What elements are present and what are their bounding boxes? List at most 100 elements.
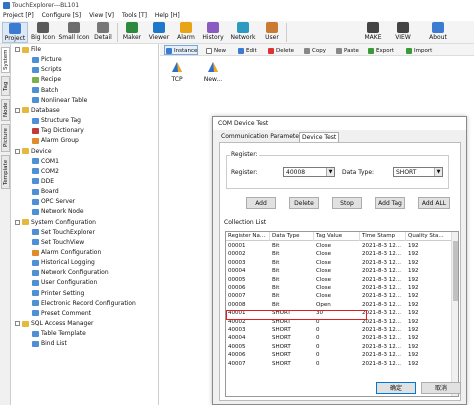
- table-row[interactable]: 40004 SHORT 0 2021-8-3 12... 192: [226, 334, 452, 342]
- tree-item[interactable]: Picture: [32, 55, 62, 64]
- col-time-stamp[interactable]: Time Stamp: [360, 232, 406, 241]
- menu-configure[interactable]: Configure [S]: [39, 11, 84, 21]
- cancel-button[interactable]: 取消: [421, 382, 461, 394]
- tree-item[interactable]: Preset Comment: [32, 309, 91, 318]
- menu-project[interactable]: Project [P]: [0, 11, 37, 21]
- tree-item[interactable]: Set TouchView: [32, 238, 84, 247]
- table-row[interactable]: 00002 Bit Close 2021-8-3 12... 192: [226, 250, 452, 258]
- tree-item[interactable]: Electronic Record Configuration: [32, 299, 136, 308]
- tree-folder[interactable]: Database: [15, 106, 60, 115]
- table-row[interactable]: 00006 Bit Close 2021-8-3 12... 192: [226, 284, 452, 292]
- tree-item[interactable]: Network Configuration: [32, 268, 109, 277]
- viewer-button[interactable]: Viewer: [147, 22, 171, 43]
- tab-node[interactable]: Node: [1, 99, 10, 121]
- tree-item[interactable]: Network Node: [32, 207, 84, 216]
- vertical-scrollbar[interactable]: [451, 232, 458, 396]
- register-input[interactable]: 40008 ▼: [283, 167, 335, 177]
- tree-folder[interactable]: System Configuration: [15, 218, 96, 227]
- new-button[interactable]: New: [204, 45, 227, 55]
- tree-item[interactable]: Batch: [32, 86, 58, 95]
- tab-system[interactable]: System: [1, 47, 10, 73]
- tree-item[interactable]: COM1: [32, 157, 59, 166]
- tree-item[interactable]: Set TouchExplorer: [32, 228, 95, 237]
- tree-item[interactable]: Nonlinear Table: [32, 96, 87, 105]
- export-button[interactable]: Export: [366, 45, 395, 55]
- tree-item[interactable]: Bind List: [32, 339, 67, 348]
- collapse-icon[interactable]: [15, 107, 20, 113]
- device-new[interactable]: New...: [202, 60, 224, 83]
- delete-register-button[interactable]: Delete: [289, 197, 319, 209]
- tree-item[interactable]: Alarm Group: [32, 136, 79, 145]
- user-button[interactable]: User: [262, 22, 282, 43]
- table-row[interactable]: 00008 Bit Open 2021-8-3 12... 192: [226, 301, 452, 309]
- tab-picture[interactable]: Picture: [1, 124, 10, 152]
- tree-folder[interactable]: SQL Access Manager: [15, 319, 94, 328]
- table-row[interactable]: 00001 Bit Close 2021-8-3 12... 192: [226, 242, 452, 250]
- collapse-icon[interactable]: [15, 47, 20, 52]
- tree-item[interactable]: User Configuration: [32, 278, 97, 287]
- big-icon-button[interactable]: Big Icon: [30, 22, 56, 43]
- col-quality[interactable]: Quality Sta...: [406, 232, 452, 241]
- tab-template[interactable]: Template: [1, 155, 10, 189]
- tree-item[interactable]: Tag Dictionary: [32, 126, 84, 135]
- col-data-type[interactable]: Data Type: [270, 232, 314, 241]
- menu-tools[interactable]: Tools [T]: [119, 11, 150, 21]
- view-button[interactable]: VIEW: [392, 22, 414, 43]
- ok-button[interactable]: 确定: [376, 382, 416, 394]
- menu-help[interactable]: Help [H]: [152, 11, 183, 21]
- paste-button[interactable]: Paste: [334, 45, 360, 55]
- delete-button[interactable]: Delete: [266, 45, 295, 55]
- instance-button[interactable]: Instance: [164, 45, 199, 55]
- maker-button[interactable]: Maker: [121, 22, 143, 43]
- tree-item[interactable]: Board: [32, 187, 59, 196]
- tree-folder[interactable]: Device: [15, 147, 52, 156]
- col-tag-value[interactable]: Tag Value: [314, 232, 360, 241]
- scroll-thumb[interactable]: [453, 241, 458, 301]
- tree-item[interactable]: Scripts: [32, 65, 62, 74]
- device-tcp[interactable]: TCP: [166, 60, 188, 83]
- table-row[interactable]: 00007 Bit Close 2021-8-3 12... 192: [226, 292, 452, 300]
- add-tag-button[interactable]: Add Tag: [375, 197, 405, 209]
- table-row[interactable]: 40005 SHORT 0 2021-8-3 12... 192: [226, 343, 452, 351]
- tree-item[interactable]: Printer Setting: [32, 289, 84, 298]
- table-row[interactable]: 00004 Bit Close 2021-8-3 12... 192: [226, 267, 452, 275]
- tab-tag[interactable]: Tag: [1, 76, 10, 96]
- about-button[interactable]: About: [427, 22, 449, 43]
- menu-view[interactable]: View [V]: [86, 11, 117, 21]
- table-row[interactable]: 40003 SHORT 0 2021-8-3 12... 192: [226, 326, 452, 334]
- tree-item[interactable]: DDE: [32, 177, 54, 186]
- tree-item[interactable]: Alarm Configuration: [32, 248, 101, 257]
- copy-button[interactable]: Copy: [302, 45, 327, 55]
- add-all-button[interactable]: Add ALL: [418, 197, 450, 209]
- tab-device-test[interactable]: Device Test: [299, 132, 340, 142]
- collapse-icon[interactable]: [15, 321, 20, 327]
- collapse-icon[interactable]: [15, 219, 20, 225]
- stop-button[interactable]: Stop: [332, 197, 362, 209]
- tree-item[interactable]: COM2: [32, 167, 59, 176]
- chevron-down-icon[interactable]: ▼: [326, 168, 334, 176]
- history-button[interactable]: History: [200, 22, 226, 43]
- collapse-icon[interactable]: [15, 148, 20, 154]
- import-button[interactable]: Import: [404, 45, 433, 55]
- add-button[interactable]: Add: [246, 197, 276, 209]
- make-button[interactable]: MAKE: [361, 22, 385, 43]
- table-row[interactable]: 40006 SHORT 0 2021-8-3 12... 192: [226, 351, 452, 359]
- tree-item[interactable]: Structure Tag: [32, 116, 81, 125]
- tree-item[interactable]: OPC Server: [32, 197, 75, 206]
- tree-item[interactable]: Table Template: [32, 329, 86, 338]
- detail-button[interactable]: Detail: [92, 22, 114, 43]
- network-button[interactable]: Network: [229, 22, 257, 43]
- tree-item[interactable]: Recipe: [32, 75, 61, 84]
- small-icon-button[interactable]: Small Icon: [58, 22, 90, 43]
- tree-item[interactable]: Historical Logging: [32, 258, 95, 267]
- table-row[interactable]: 00005 Bit Close 2021-8-3 12... 192: [226, 276, 452, 284]
- chevron-down-icon[interactable]: ▼: [434, 168, 442, 176]
- tree-folder[interactable]: File: [15, 45, 41, 54]
- project-button[interactable]: Project: [2, 22, 28, 43]
- alarm-button[interactable]: Alarm: [175, 22, 197, 43]
- tab-communication-parameter[interactable]: Communication Parameter:: [219, 132, 305, 142]
- table-row[interactable]: 40007 SHORT 0 2021-8-3 12... 192: [226, 360, 452, 368]
- edit-button[interactable]: Edit: [236, 45, 258, 55]
- table-row[interactable]: 00003 Bit Close 2021-8-3 12... 192: [226, 259, 452, 267]
- col-register[interactable]: Register Na...: [226, 232, 270, 241]
